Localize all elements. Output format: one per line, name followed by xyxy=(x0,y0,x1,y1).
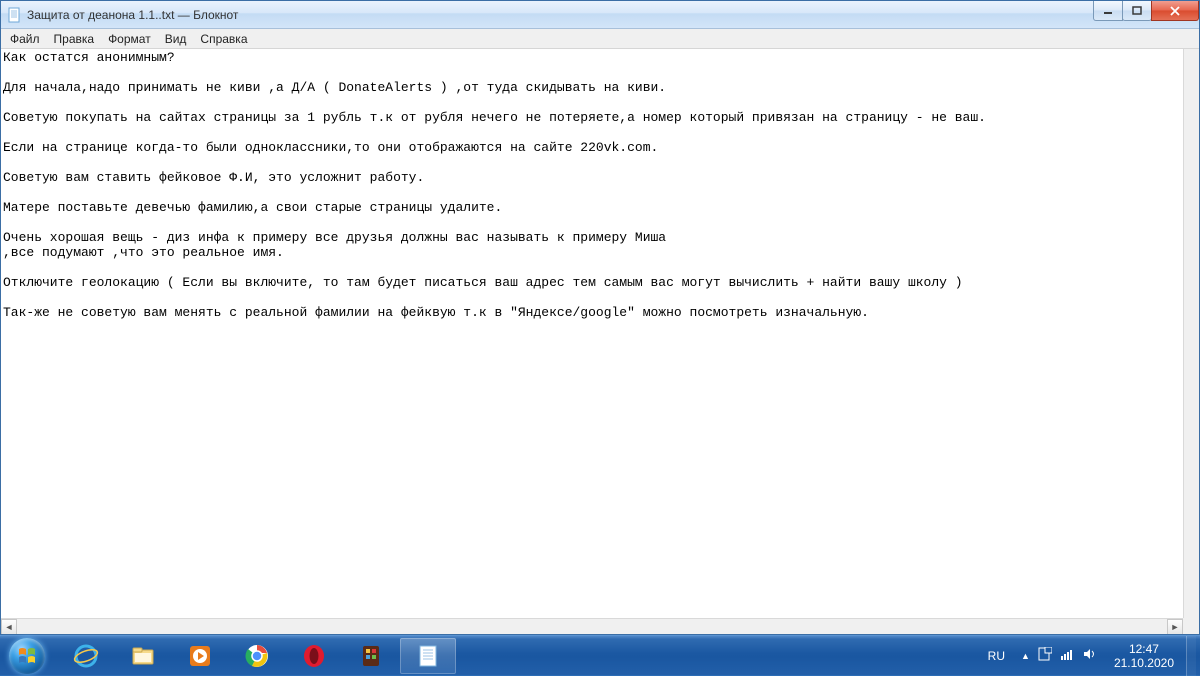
close-button[interactable] xyxy=(1151,1,1199,21)
network-icon[interactable] xyxy=(1060,647,1074,664)
editor-area: Как остатся анонимным? Для начала,надо п… xyxy=(1,49,1199,634)
taskbar-chrome[interactable] xyxy=(229,638,285,674)
menu-edit[interactable]: Правка xyxy=(47,30,102,48)
taskbar-app-yellow[interactable] xyxy=(343,638,399,674)
menu-view[interactable]: Вид xyxy=(158,30,194,48)
menu-format[interactable]: Формат xyxy=(101,30,158,48)
scroll-left-button[interactable]: ◄ xyxy=(1,619,17,634)
vertical-scrollbar[interactable] xyxy=(1183,49,1199,618)
notepad-window: Защита от деанона 1.1..txt — Блокнот Фай… xyxy=(0,0,1200,635)
start-button[interactable] xyxy=(0,636,54,675)
clock-time: 12:47 xyxy=(1114,642,1174,656)
scroll-right-button[interactable]: ► xyxy=(1167,619,1183,634)
clock[interactable]: 12:47 21.10.2020 xyxy=(1108,642,1180,670)
clock-date: 21.10.2020 xyxy=(1114,656,1174,670)
menu-bar: Файл Правка Формат Вид Справка xyxy=(1,29,1199,49)
notepad-icon xyxy=(7,7,23,23)
volume-icon[interactable] xyxy=(1082,647,1096,664)
taskbar-items xyxy=(54,636,460,675)
language-indicator[interactable]: RU xyxy=(984,649,1009,663)
taskbar-mediaplayer[interactable] xyxy=(172,638,228,674)
minimize-button[interactable] xyxy=(1093,1,1123,21)
text-content[interactable]: Как остатся анонимным? Для начала,надо п… xyxy=(1,49,1183,618)
tray-expand-icon[interactable]: ▲ xyxy=(1021,651,1030,661)
menu-help[interactable]: Справка xyxy=(193,30,254,48)
scroll-corner xyxy=(1183,618,1199,634)
window-controls xyxy=(1094,1,1199,21)
taskbar-opera[interactable] xyxy=(286,638,342,674)
menu-file[interactable]: Файл xyxy=(3,30,47,48)
show-desktop-button[interactable] xyxy=(1186,636,1196,676)
horizontal-scrollbar[interactable]: ◄ ► xyxy=(1,618,1183,634)
system-tray: RU ▲ 12:47 21.10.2020 xyxy=(984,636,1200,675)
window-title: Защита от деанона 1.1..txt — Блокнот xyxy=(27,8,238,22)
taskbar-ie[interactable] xyxy=(58,638,114,674)
action-center-icon[interactable] xyxy=(1038,647,1052,664)
title-bar[interactable]: Защита от деанона 1.1..txt — Блокнот xyxy=(1,1,1199,29)
taskbar-notepad[interactable] xyxy=(400,638,456,674)
maximize-button[interactable] xyxy=(1122,1,1152,21)
windows-orb-icon xyxy=(9,638,45,674)
taskbar-explorer[interactable] xyxy=(115,638,171,674)
tray-icons: ▲ xyxy=(1015,647,1102,664)
taskbar: RU ▲ 12:47 21.10.2020 xyxy=(0,635,1200,675)
